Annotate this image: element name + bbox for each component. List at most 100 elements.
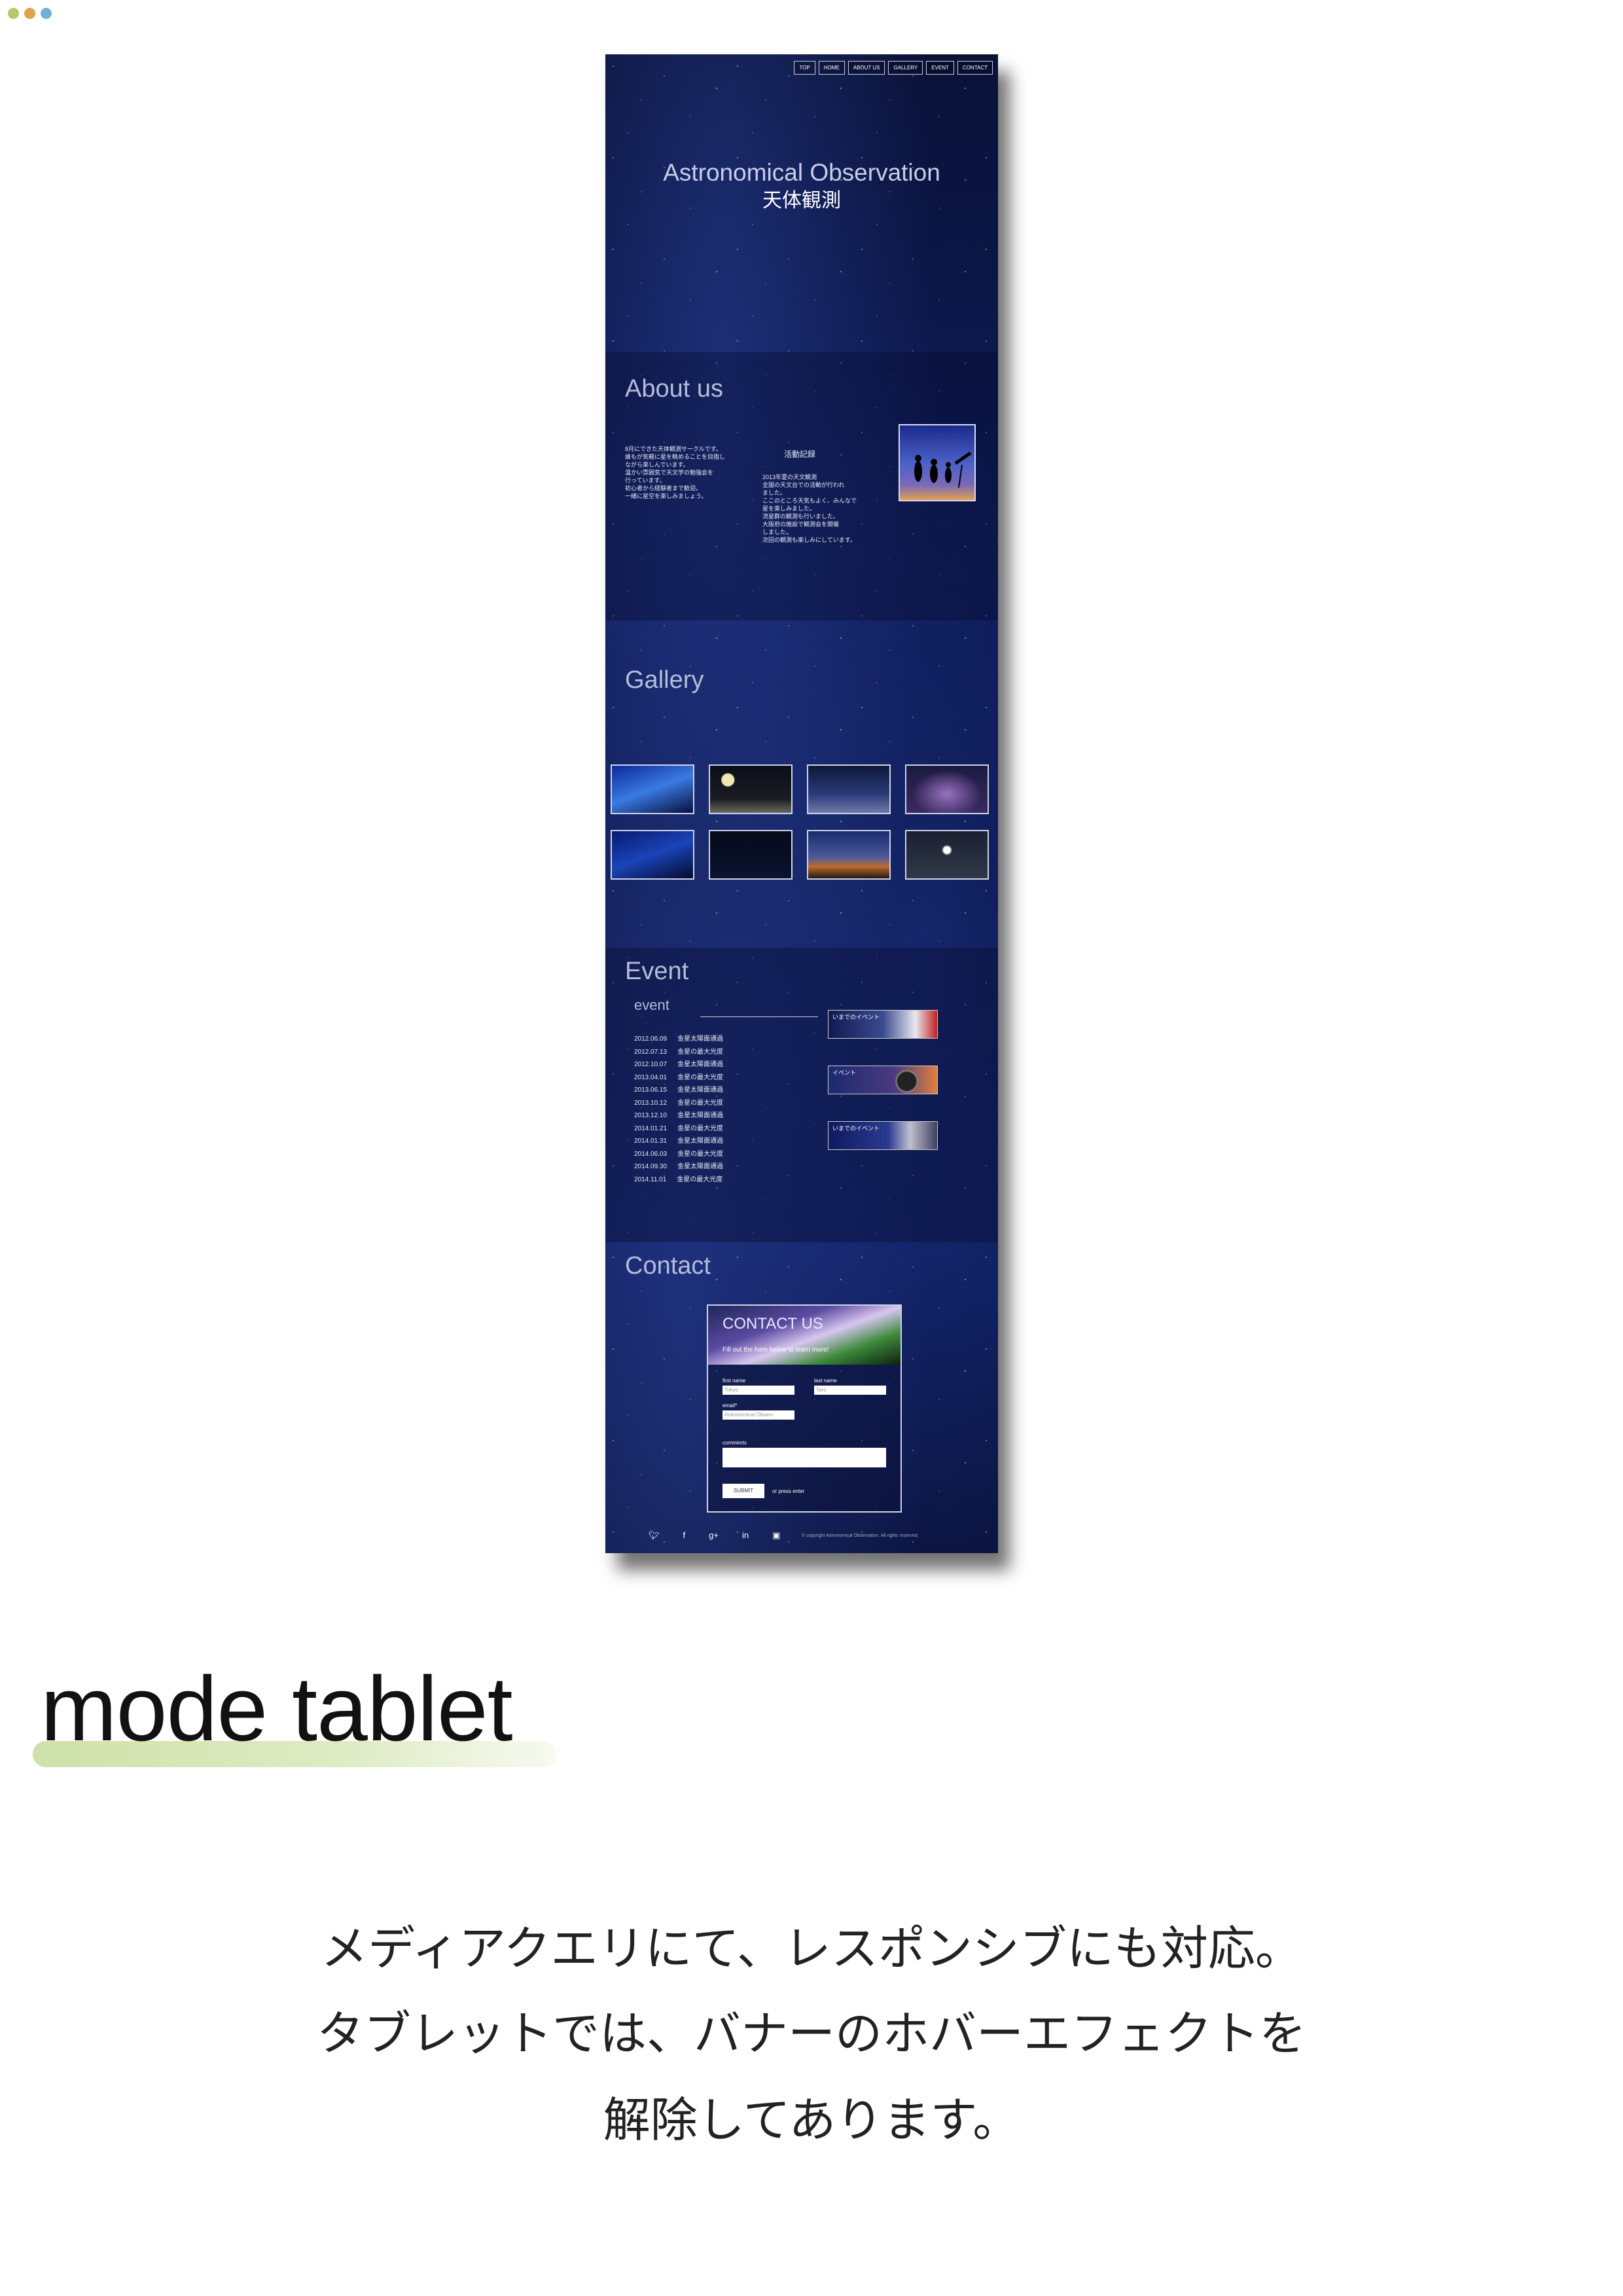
- tablet-site-preview: TOP HOME ABOUT US GALLERY EVENT CONTACT …: [605, 54, 998, 1553]
- event-name: 金星太陽面通過: [677, 1112, 724, 1119]
- event-banner[interactable]: いまでのイベント: [828, 1121, 938, 1150]
- event-date: 2013.06.15: [634, 1086, 668, 1094]
- event-divider: [700, 1016, 818, 1017]
- event-date: 2014.09.30: [634, 1163, 668, 1170]
- maximize-dot-icon[interactable]: [41, 8, 52, 19]
- nav-event[interactable]: EVENT: [926, 61, 954, 75]
- list-item: 2014.01.21 金星の最大光度: [634, 1122, 723, 1136]
- list-item: 2014.06.03 金星の最大光度: [634, 1148, 723, 1161]
- description-line-1: メディアクエリにて、レスポンシブにも対応。: [321, 1921, 1302, 1976]
- list-item: 2014.11.01 金星の最大光度: [634, 1174, 723, 1187]
- event-heading: Event: [625, 958, 689, 985]
- gallery-thumb[interactable]: [905, 830, 989, 880]
- email-label: email*: [722, 1403, 738, 1408]
- event-subheading: event: [634, 997, 669, 1013]
- event-date: 2013.12.10: [634, 1112, 668, 1119]
- hero-title-ja: 天体観測: [762, 189, 841, 212]
- gallery-thumb[interactable]: [709, 764, 793, 814]
- nav-gallery[interactable]: GALLERY: [888, 61, 923, 75]
- description-line-2: タブレットでは、バナーのホバーエフェクトを: [316, 2006, 1306, 2061]
- submit-hint: or press enter: [772, 1488, 805, 1494]
- about-heading: About us: [625, 375, 723, 403]
- gallery-thumb[interactable]: [611, 830, 694, 880]
- section-title: mode tablet: [41, 1657, 513, 1760]
- facebook-icon[interactable]: f: [683, 1530, 686, 1541]
- comments-label: comments: [722, 1440, 747, 1446]
- event-banner[interactable]: いまでのイベント: [828, 1010, 938, 1039]
- nav-home[interactable]: HOME: [818, 61, 845, 75]
- gallery-thumb[interactable]: [905, 764, 989, 814]
- gallery-thumb[interactable]: [709, 830, 793, 880]
- about-photo: [899, 424, 976, 501]
- site-nav: TOP HOME ABOUT US GALLERY EVENT CONTACT: [794, 61, 993, 75]
- first-name-label: first name: [722, 1378, 746, 1384]
- event-date: 2012.07.13: [634, 1048, 668, 1056]
- event-name: 金星太陽面通過: [677, 1086, 724, 1094]
- list-item: 2012.07.13 金星の最大光度: [634, 1046, 723, 1059]
- window-controls: [8, 8, 52, 19]
- contact-form-subtitle: Fill out the form below to learn more!: [722, 1346, 829, 1354]
- event-name: 金星の最大光度: [677, 1048, 724, 1056]
- event-banner-label: いまでのイベント: [832, 1014, 880, 1020]
- hero-title-en: Astronomical Observation: [663, 159, 940, 186]
- list-item: 2012.10.07 金星太陽面通過: [634, 1058, 723, 1071]
- about-left-text: 8月にできた天体観測サークルです。 誰もが気軽に星を眺めることを目指し ながら楽…: [625, 446, 726, 499]
- telescope-silhouette-icon: [914, 451, 972, 488]
- list-item: 2012.06.09 金星太陽面通過: [634, 1033, 723, 1046]
- activity-title: 活動記録: [784, 450, 816, 459]
- nav-contact[interactable]: CONTACT: [957, 61, 993, 75]
- gallery-thumb[interactable]: [611, 764, 694, 814]
- event-name: 金星の最大光度: [677, 1124, 724, 1132]
- first-name-input[interactable]: Tokyo: [722, 1386, 794, 1395]
- event-name: 金星太陽面通過: [677, 1061, 724, 1068]
- comments-textarea[interactable]: [722, 1448, 886, 1467]
- nav-about-us[interactable]: ABOUT US: [847, 61, 885, 75]
- list-item: 2013.06.15 金星太陽面通過: [634, 1084, 723, 1097]
- copyright-text: © copyright Astronomical Observation. Al…: [802, 1534, 919, 1538]
- event-date: 2013.10.12: [634, 1099, 668, 1107]
- contact-form: CONTACT US Fill out the form below to le…: [707, 1304, 902, 1513]
- event-name: 金星の最大光度: [677, 1099, 724, 1107]
- twitter-icon[interactable]: 🐦︎: [649, 1530, 660, 1541]
- linkedin-icon[interactable]: in: [742, 1530, 749, 1541]
- event-list: 2012.06.09 金星太陽面通過 2012.07.13 金星の最大光度 2012…: [634, 1033, 723, 1186]
- email-input[interactable]: Astronomical Observ: [722, 1410, 794, 1420]
- google-plus-icon[interactable]: g+: [709, 1530, 719, 1541]
- contact-form-title: CONTACT US: [722, 1315, 823, 1333]
- event-date: 2014.06.03: [634, 1150, 668, 1158]
- social-links: 🐦︎ f g+ in ▣: [649, 1530, 780, 1541]
- event-banner[interactable]: イベント: [828, 1066, 938, 1094]
- description-line-3: 解除してあります。: [603, 2092, 1020, 2147]
- last-name-label: last name: [814, 1378, 837, 1384]
- about-right-text: 2013年夏の天文観測 全国の天文台での活動が行われ ました。 ここのところ天気…: [762, 474, 857, 543]
- last-name-input[interactable]: Taro: [814, 1386, 886, 1395]
- event-date: 2014.01.31: [634, 1138, 668, 1145]
- list-item: 2014.09.30 金星太陽面通過: [634, 1160, 723, 1174]
- event-name: 金星太陽面通過: [677, 1035, 724, 1043]
- contact-heading: Contact: [625, 1252, 711, 1280]
- list-item: 2014.01.31 金星太陽面通過: [634, 1135, 723, 1148]
- event-date: 2014.11.01: [634, 1175, 667, 1183]
- gallery-thumb[interactable]: [807, 830, 891, 880]
- event-date: 2012.06.09: [634, 1035, 668, 1043]
- event-date: 2012.10.07: [634, 1061, 668, 1068]
- event-banner-label: いまでのイベント: [832, 1125, 880, 1132]
- event-name: 金星太陽面通過: [677, 1163, 724, 1170]
- event-name: 金星の最大光度: [677, 1073, 724, 1081]
- list-item: 2013.12.10 金星太陽面通過: [634, 1109, 723, 1122]
- gallery-heading: Gallery: [625, 666, 704, 694]
- event-name: 金星の最大光度: [677, 1150, 724, 1158]
- event-name: 金星太陽面通過: [677, 1138, 724, 1145]
- event-date: 2014.01.21: [634, 1124, 668, 1132]
- minimize-dot-icon[interactable]: [24, 8, 35, 19]
- event-banner-label: イベント: [832, 1069, 857, 1076]
- list-item: 2013.04.01 金星の最大光度: [634, 1071, 723, 1085]
- event-date: 2013.04.01: [634, 1073, 668, 1081]
- gallery-thumb[interactable]: [807, 764, 891, 814]
- submit-button[interactable]: SUBMIT: [722, 1484, 764, 1498]
- list-item: 2013.10.12 金星の最大光度: [634, 1097, 723, 1110]
- instagram-icon[interactable]: ▣: [772, 1530, 780, 1541]
- event-name: 金星の最大光度: [677, 1175, 723, 1183]
- close-dot-icon[interactable]: [8, 8, 19, 19]
- nav-top[interactable]: TOP: [794, 61, 815, 75]
